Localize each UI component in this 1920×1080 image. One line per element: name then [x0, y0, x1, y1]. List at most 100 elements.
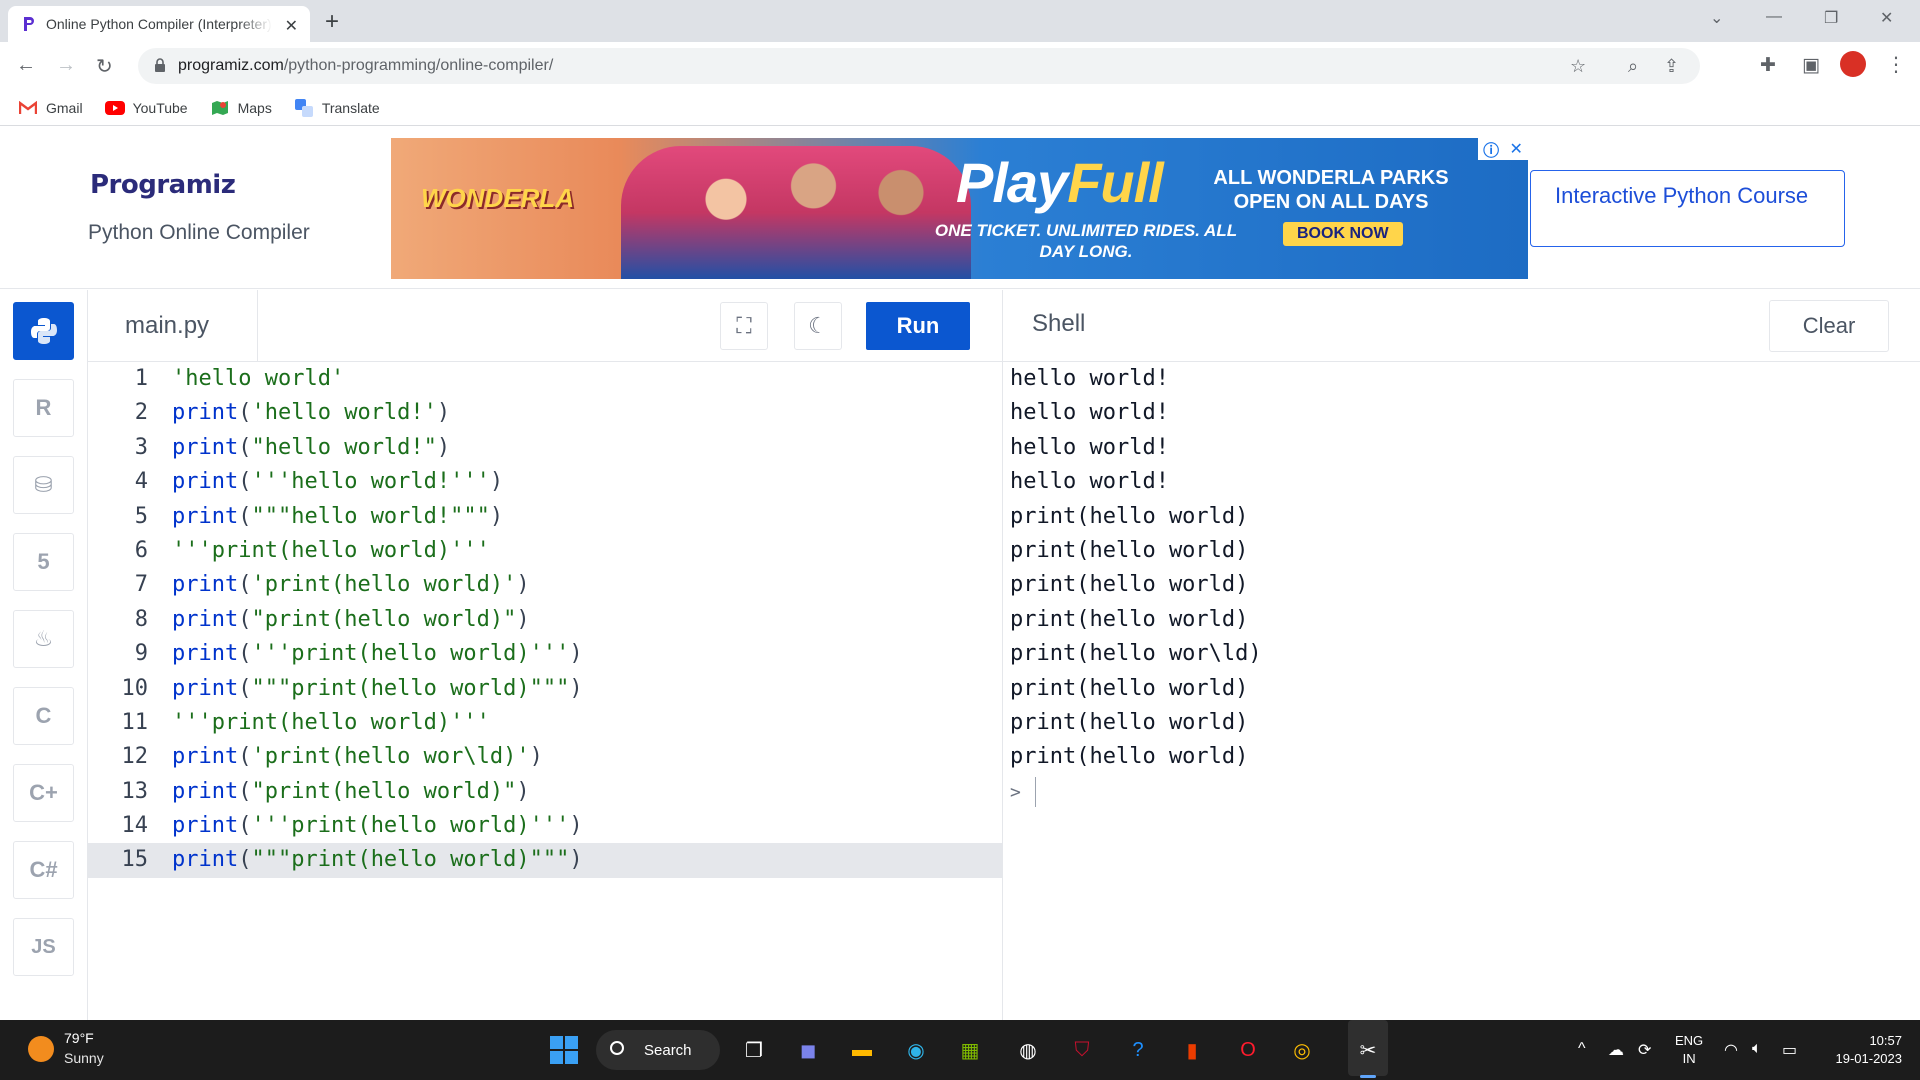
- code-line[interactable]: 1 'hello world': [88, 362, 1002, 396]
- bookmark-translate[interactable]: Translate: [294, 98, 380, 117]
- shell-output[interactable]: hello world! hello world! hello world! hell…: [1002, 362, 1920, 1020]
- tray-chevron-icon[interactable]: ^: [1578, 1040, 1586, 1058]
- bookmark-youtube[interactable]: YouTube: [104, 100, 188, 116]
- side-panel-icon[interactable]: ▣: [1802, 54, 1820, 77]
- rail-c[interactable]: C: [13, 687, 74, 745]
- start-button[interactable]: [548, 1034, 580, 1066]
- browser-menu-icon[interactable]: ⋮: [1886, 52, 1906, 77]
- bookmark-label: Maps: [237, 99, 272, 116]
- code-line[interactable]: 14 print('''print(hello world)'''): [88, 809, 1002, 843]
- shell-prompt-line[interactable]: >: [1010, 775, 1920, 809]
- teams-icon[interactable]: ◼: [792, 1034, 824, 1066]
- windows-icon: [550, 1036, 578, 1064]
- address-bar[interactable]: programiz.com/python-programming/online-…: [138, 48, 1700, 84]
- bookmark-gmail[interactable]: Gmail: [18, 100, 83, 116]
- weather-temp[interactable]: 79°F: [64, 1030, 94, 1046]
- fullscreen-button[interactable]: ⛶: [720, 302, 768, 350]
- ad-book-now-button[interactable]: BOOK NOW: [1283, 222, 1403, 246]
- code-line[interactable]: 11 '''print(hello world)''': [88, 706, 1002, 740]
- zoom-icon[interactable]: ⌕: [1628, 56, 1638, 77]
- taskbar-search[interactable]: Search: [596, 1030, 720, 1070]
- ad-close-icon[interactable]: ✕: [1509, 139, 1522, 159]
- file-tab[interactable]: main.py: [88, 290, 258, 362]
- code-editor[interactable]: 1'hello world' 2 print('hello world!') 3 pri…: [88, 362, 1002, 1020]
- ad-info-icon[interactable]: ⓘ: [1483, 138, 1499, 161]
- rail-r[interactable]: R: [13, 379, 74, 437]
- app-icon[interactable]: ◍: [1012, 1034, 1044, 1066]
- share-icon[interactable]: ⇪: [1664, 56, 1679, 77]
- code-line[interactable]: 2 print('hello world!'): [88, 396, 1002, 430]
- rail-sql[interactable]: ⛁: [13, 456, 74, 514]
- taskbar: 79°F Sunny Search ❐ ◼ ▬ ◉ ▦ ◍ ⛉ ? ▮ O ◎ …: [0, 1020, 1920, 1080]
- bookmark-star-icon[interactable]: ☆: [1570, 56, 1586, 77]
- snipping-tool-icon[interactable]: ✂: [1352, 1034, 1384, 1066]
- clock-date: 19-01-2023: [1835, 1051, 1903, 1066]
- bookmark-maps[interactable]: Maps: [210, 100, 272, 116]
- mcafee-icon[interactable]: ⛉: [1066, 1034, 1098, 1066]
- line-number: 3: [134, 434, 148, 460]
- line-number: 2: [134, 400, 148, 426]
- tab-search-icon[interactable]: ⌄: [1710, 8, 1723, 28]
- rail-html[interactable]: 5: [13, 533, 74, 591]
- code-keyword: print: [172, 778, 239, 804]
- wifi-icon[interactable]: ◠: [1724, 1040, 1738, 1060]
- code-line[interactable]: 13 print("print(hello world)"): [88, 775, 1002, 809]
- ad-brand: WONDERLA: [421, 183, 575, 213]
- volume-icon[interactable]: 🔈︎: [1752, 1040, 1762, 1058]
- theme-toggle-button[interactable]: ☾: [794, 302, 842, 350]
- task-view-icon[interactable]: ❐: [738, 1034, 770, 1066]
- chrome-icon[interactable]: ◎: [1286, 1034, 1318, 1066]
- office-icon[interactable]: ▮: [1176, 1034, 1208, 1066]
- weather-desc[interactable]: Sunny: [64, 1050, 104, 1066]
- battery-icon[interactable]: ▭: [1782, 1040, 1797, 1060]
- clock[interactable]: 10:57 19-01-2023: [1826, 1032, 1903, 1068]
- restore-icon[interactable]: ❐: [1824, 8, 1838, 28]
- code-line[interactable]: 10 print("""print(hello world)"""): [88, 672, 1002, 706]
- code-line[interactable]: 4 print('''hello world!'''): [88, 465, 1002, 499]
- rail-csharp[interactable]: C#: [13, 841, 74, 899]
- rail-java[interactable]: ♨: [13, 610, 74, 668]
- code-text: print('''hello world!'''): [172, 465, 503, 499]
- new-tab-icon[interactable]: +: [325, 8, 339, 36]
- profile-avatar[interactable]: [1840, 51, 1866, 77]
- rail-python[interactable]: [13, 302, 74, 360]
- url-text: programiz.com/python-programming/online-…: [178, 57, 553, 75]
- code-line[interactable]: 15 print("""print(hello world)"""): [88, 843, 1002, 878]
- clear-button[interactable]: Clear: [1769, 300, 1889, 352]
- code-line[interactable]: 12 print('print(hello wor\ld)'): [88, 740, 1002, 774]
- code-line[interactable]: 7 print('print(hello world)'): [88, 568, 1002, 602]
- extensions-icon[interactable]: ✚: [1760, 54, 1776, 77]
- help-icon[interactable]: ?: [1122, 1034, 1154, 1066]
- opera-icon[interactable]: O: [1232, 1034, 1264, 1066]
- interactive-course-link[interactable]: Interactive Python Course: [1530, 170, 1845, 247]
- code-line[interactable]: 6 '''print(hello world)''': [88, 534, 1002, 568]
- line-number: 12: [121, 744, 149, 770]
- store-icon[interactable]: ▦: [954, 1034, 986, 1066]
- window-close-icon[interactable]: ✕: [1880, 8, 1893, 28]
- back-icon[interactable]: ←: [16, 54, 36, 77]
- language-indicator[interactable]: ENG IN: [1675, 1032, 1703, 1068]
- programiz-logo[interactable]: Programiz: [90, 170, 236, 200]
- rail-js[interactable]: JS: [13, 918, 74, 976]
- browser-tab[interactable]: Online Python Compiler (Interpreter) ✕: [8, 6, 310, 42]
- file-explorer-icon[interactable]: ▬: [846, 1034, 878, 1066]
- shell-toolbar: Shell Clear: [1002, 290, 1920, 362]
- sync-icon[interactable]: ⟳: [1638, 1040, 1651, 1060]
- minimize-icon[interactable]: —: [1766, 8, 1782, 26]
- code-line[interactable]: 5 print("""hello world!"""): [88, 500, 1002, 534]
- tab-close-icon[interactable]: ✕: [285, 16, 298, 36]
- reload-icon[interactable]: ↻: [96, 54, 113, 79]
- forward-icon[interactable]: →: [56, 54, 76, 77]
- code-line[interactable]: 8 print("print(hello world)"): [88, 603, 1002, 637]
- onedrive-icon[interactable]: ☁: [1608, 1040, 1624, 1060]
- code-line[interactable]: 3 print("hello world!"): [88, 431, 1002, 465]
- run-button[interactable]: Run: [866, 302, 970, 350]
- sun-icon[interactable]: [28, 1036, 54, 1062]
- code-line[interactable]: 9 print('''print(hello world)'''): [88, 637, 1002, 671]
- code-paren-close: ): [569, 641, 583, 667]
- rail-cpp[interactable]: C+: [13, 764, 74, 822]
- ad-banner[interactable]: WONDERLA PlayFull ONE TICKET. UNLIMITED …: [391, 138, 1528, 279]
- edge-icon[interactable]: ◉: [900, 1034, 932, 1066]
- shell-output-line: print(hello world): [1010, 572, 1249, 598]
- shell-output-line: print(hello world): [1010, 709, 1249, 735]
